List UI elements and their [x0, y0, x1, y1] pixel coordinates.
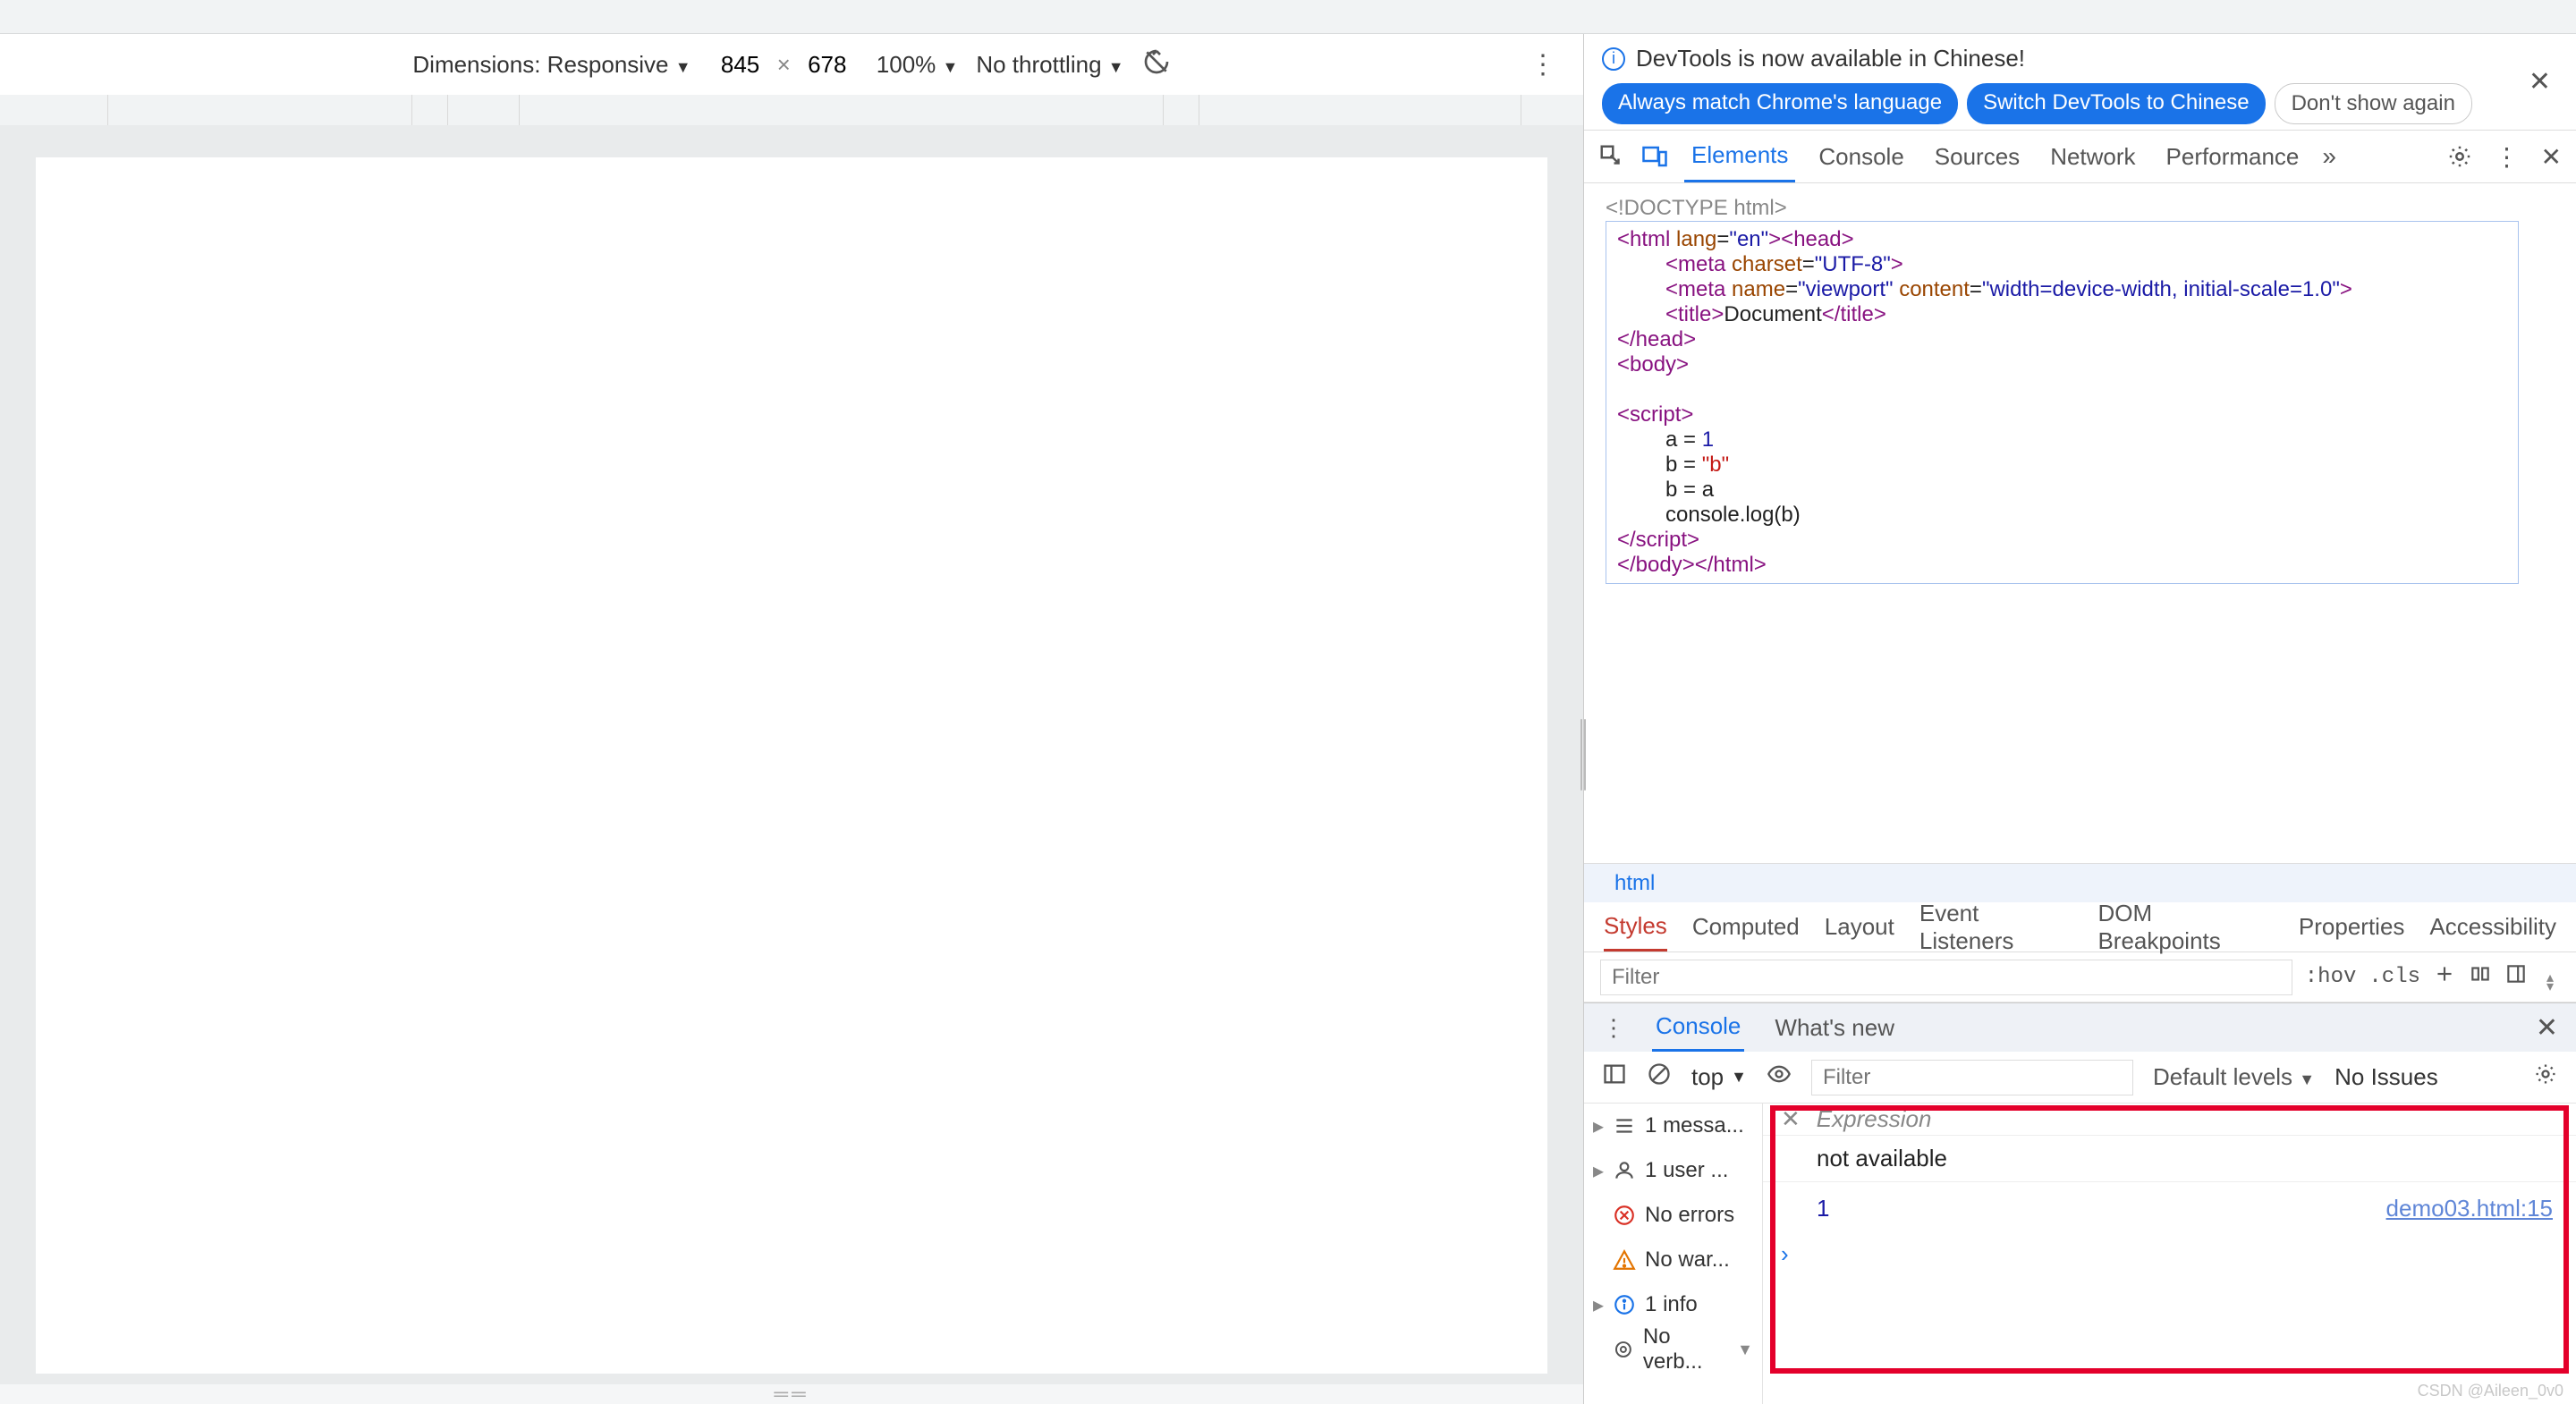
sidebar-user[interactable]: ▸1 user ...: [1584, 1148, 1762, 1193]
tab-layout[interactable]: Layout: [1825, 904, 1894, 950]
canvas-area: [0, 125, 1583, 1384]
console-sidebar: ▸1 messa... ▸1 user ... ▸No errors ▸No w…: [1584, 1104, 1763, 1404]
device-viewport-pane: Dimensions: Responsive ▼ × 100% ▼ No thr…: [0, 34, 1584, 1404]
drawer-close-icon[interactable]: ✕: [2536, 1012, 2558, 1044]
tab-sources[interactable]: Sources: [1928, 132, 2027, 182]
new-style-icon[interactable]: [2433, 962, 2456, 992]
sidebar-info[interactable]: ▸1 info: [1584, 1282, 1762, 1327]
sidebar-verbose[interactable]: ▸No verb... ▼: [1584, 1327, 1762, 1372]
drawer-more-icon[interactable]: ⋮: [1602, 1014, 1625, 1042]
ruler-bar: [0, 95, 1583, 125]
dom-breadcrumb: html: [1584, 863, 2576, 902]
crumb-html[interactable]: html: [1602, 867, 1667, 900]
tab-computed[interactable]: Computed: [1692, 904, 1800, 950]
horizontal-resizer[interactable]: ══: [0, 1384, 1583, 1404]
console-output: ✕ Expression not available 1 demo03.html…: [1763, 1104, 2576, 1404]
dom-tree[interactable]: <!DOCTYPE html> <html lang="en"><head> <…: [1584, 183, 2576, 863]
hov-toggle[interactable]: :hov: [2305, 965, 2357, 989]
switch-chinese-button[interactable]: Switch DevTools to Chinese: [1967, 83, 2265, 124]
styles-tabs: Styles Computed Layout Event Listeners D…: [1584, 902, 2576, 952]
cls-toggle[interactable]: .cls: [2368, 965, 2420, 989]
banner-close-icon[interactable]: ✕: [2529, 66, 2551, 97]
drawer: ⋮ Console What's new ✕ top ▼ Default lev…: [1584, 1002, 2576, 1404]
sidebar-toggle-icon[interactable]: [1602, 1061, 1627, 1093]
devtools-close-icon[interactable]: ✕: [2541, 142, 2562, 172]
levels-dropdown[interactable]: Default levels ▼: [2153, 1063, 2315, 1091]
sidebar-errors[interactable]: ▸No errors: [1584, 1193, 1762, 1238]
context-dropdown[interactable]: top ▼: [1691, 1063, 1747, 1091]
tab-properties[interactable]: Properties: [2299, 904, 2405, 950]
always-match-button[interactable]: Always match Chrome's language: [1602, 83, 1958, 124]
tab-console[interactable]: Console: [1811, 132, 1911, 182]
main-more-icon[interactable]: ⋮: [2495, 142, 2520, 172]
doctype-line: <!DOCTYPE html>: [1606, 196, 2555, 221]
info-icon: i: [1602, 47, 1625, 71]
language-banner: i DevTools is now available in Chinese! …: [1584, 34, 2576, 130]
browser-topbar: [0, 0, 2576, 34]
tab-network[interactable]: Network: [2043, 132, 2142, 182]
inspect-icon[interactable]: [1598, 143, 1625, 170]
vertical-resizer[interactable]: [1580, 719, 1587, 791]
dimensions-label[interactable]: Dimensions: Responsive ▼: [412, 51, 691, 79]
live-expression-icon[interactable]: [1767, 1061, 1792, 1093]
styles-filter-row: :hov .cls ▴▾: [1584, 952, 2576, 1002]
page-canvas: [36, 157, 1547, 1374]
dimension-x: ×: [777, 51, 791, 79]
device-more-icon[interactable]: ⋮: [1530, 49, 1556, 80]
issues-label[interactable]: No Issues: [2334, 1063, 2438, 1091]
tab-accessibility[interactable]: Accessibility: [2429, 904, 2556, 950]
dom-selected-block[interactable]: <html lang="en"><head> <meta charset="UT…: [1606, 221, 2519, 584]
height-input[interactable]: [796, 47, 859, 82]
styles-scroll[interactable]: ▴▾: [2540, 968, 2560, 986]
console-settings-icon[interactable]: [2533, 1061, 2558, 1093]
sidebar-messages[interactable]: ▸1 messa...: [1584, 1104, 1762, 1148]
tabs-overflow-icon[interactable]: »: [2322, 142, 2336, 171]
main-tabs-bar: Elements Console Sources Network Perform…: [1584, 130, 2576, 183]
drawer-tabs: ⋮ Console What's new ✕: [1584, 1003, 2576, 1052]
drawer-tab-console[interactable]: Console: [1652, 1003, 1744, 1052]
throttling-dropdown[interactable]: No throttling ▼: [976, 51, 1123, 79]
console-body: ▸1 messa... ▸1 user ... ▸No errors ▸No w…: [1584, 1104, 2576, 1404]
tab-performance[interactable]: Performance: [2159, 132, 2307, 182]
device-mode-icon[interactable]: [1641, 143, 1668, 170]
panel-icon[interactable]: [2504, 962, 2528, 992]
device-toolbar: Dimensions: Responsive ▼ × 100% ▼ No thr…: [0, 34, 1583, 95]
settings-gear-icon[interactable]: [2446, 143, 2473, 170]
watermark: CSDN @Aileen_0v0: [2418, 1382, 2563, 1400]
tab-styles[interactable]: Styles: [1604, 903, 1667, 952]
styles-filter-input[interactable]: [1600, 960, 2292, 995]
width-input[interactable]: [709, 47, 772, 82]
clear-console-icon[interactable]: [1647, 1061, 1672, 1093]
banner-message: DevTools is now available in Chinese!: [1636, 45, 2025, 72]
flex-icon[interactable]: [2469, 962, 2492, 992]
rotate-icon[interactable]: [1142, 47, 1171, 82]
tab-elements[interactable]: Elements: [1684, 131, 1795, 182]
dont-show-button[interactable]: Don't show again: [2275, 83, 2472, 124]
devtools-pane: i DevTools is now available in Chinese! …: [1584, 34, 2576, 1404]
console-toolbar: top ▼ Default levels ▼ No Issues: [1584, 1052, 2576, 1104]
console-filter-input[interactable]: [1811, 1060, 2133, 1095]
annotation-highlight: [1770, 1105, 2569, 1374]
sidebar-warnings[interactable]: ▸No war...: [1584, 1238, 1762, 1282]
zoom-dropdown[interactable]: 100% ▼: [877, 51, 959, 79]
drawer-tab-whatsnew[interactable]: What's new: [1771, 1005, 1898, 1051]
